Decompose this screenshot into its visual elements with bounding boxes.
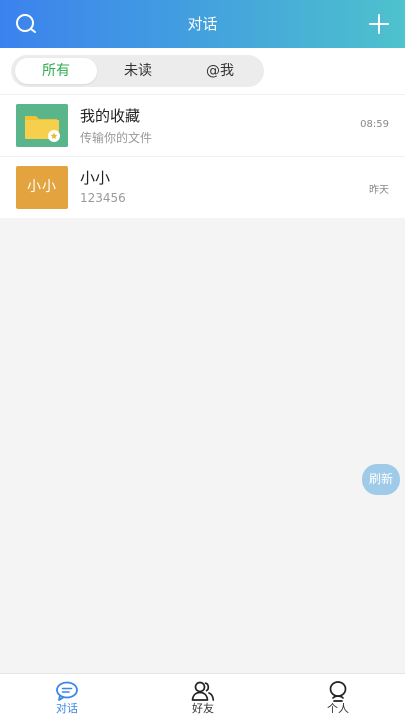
conversation-item-xiaoxiao[interactable]: 小小 小小 123456 昨天 bbox=[0, 156, 405, 218]
conversation-list: 我的收藏 传输你的文件 08:59 小小 小小 123456 昨天 bbox=[0, 94, 405, 218]
tab-mentions[interactable]: @我 bbox=[179, 58, 261, 84]
nav-friends[interactable]: 好友 bbox=[163, 680, 243, 716]
conversation-item-favorites[interactable]: 我的收藏 传输你的文件 08:59 bbox=[0, 94, 405, 156]
conversation-time: 08:59 bbox=[360, 119, 389, 130]
nav-profile[interactable]: 个人 bbox=[298, 680, 378, 716]
filter-segmented-control: 所有 未读 @我 bbox=[11, 55, 264, 87]
refresh-button[interactable]: 刷新 bbox=[362, 464, 400, 495]
chat-icon bbox=[54, 680, 80, 702]
tab-all[interactable]: 所有 bbox=[15, 58, 97, 84]
top-header: 对话 bbox=[0, 0, 405, 48]
folder-star-icon bbox=[16, 104, 68, 147]
conversation-time: 昨天 bbox=[369, 185, 389, 196]
conversation-preview: 123456 bbox=[80, 191, 126, 205]
nav-chat-label: 对话 bbox=[56, 702, 78, 715]
bottom-navigation: 对话 好友 个人 bbox=[0, 673, 405, 720]
conversation-name: 我的收藏 bbox=[80, 107, 141, 125]
person-icon bbox=[325, 680, 351, 702]
conversation-preview: 传输你的文件 bbox=[80, 131, 153, 145]
tab-unread[interactable]: 未读 bbox=[97, 58, 179, 84]
nav-chat[interactable]: 对话 bbox=[27, 680, 107, 716]
nav-friends-label: 好友 bbox=[192, 702, 214, 715]
conversation-name: 小小 bbox=[80, 169, 111, 187]
page-title: 对话 bbox=[187, 15, 218, 33]
add-icon[interactable] bbox=[365, 10, 393, 38]
nav-profile-label: 个人 bbox=[327, 702, 349, 715]
filter-bar: 所有 未读 @我 bbox=[0, 48, 405, 94]
friends-icon bbox=[190, 680, 216, 702]
avatar: 小小 bbox=[16, 166, 68, 209]
